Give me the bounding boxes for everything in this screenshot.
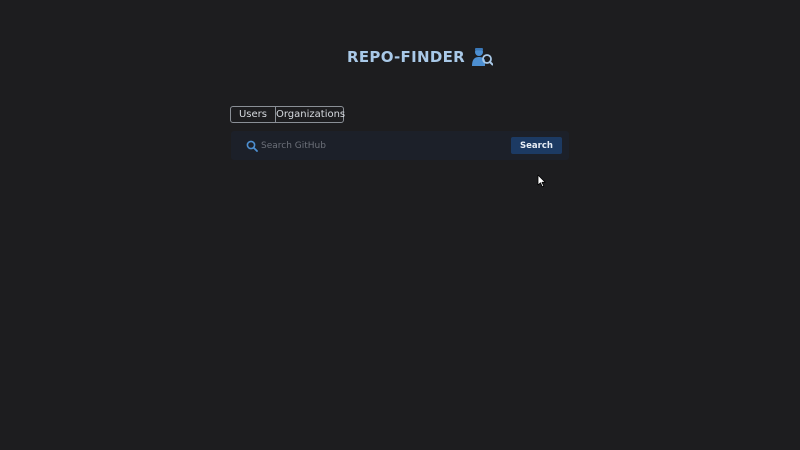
tab-organizations[interactable]: Organizations bbox=[276, 106, 345, 123]
user-search-icon bbox=[471, 46, 494, 68]
search-button[interactable]: Search bbox=[511, 137, 562, 154]
page: REPO-FINDER Users Organizations Search bbox=[0, 0, 800, 450]
app-header: REPO-FINDER bbox=[347, 46, 494, 68]
search-bar: Search bbox=[231, 131, 569, 160]
search-input[interactable] bbox=[261, 137, 501, 154]
app-title: REPO-FINDER bbox=[347, 48, 465, 66]
tab-users[interactable]: Users bbox=[230, 106, 276, 123]
search-type-tabs: Users Organizations bbox=[230, 106, 345, 123]
mouse-cursor-icon bbox=[537, 174, 547, 188]
search-icon bbox=[246, 139, 258, 152]
